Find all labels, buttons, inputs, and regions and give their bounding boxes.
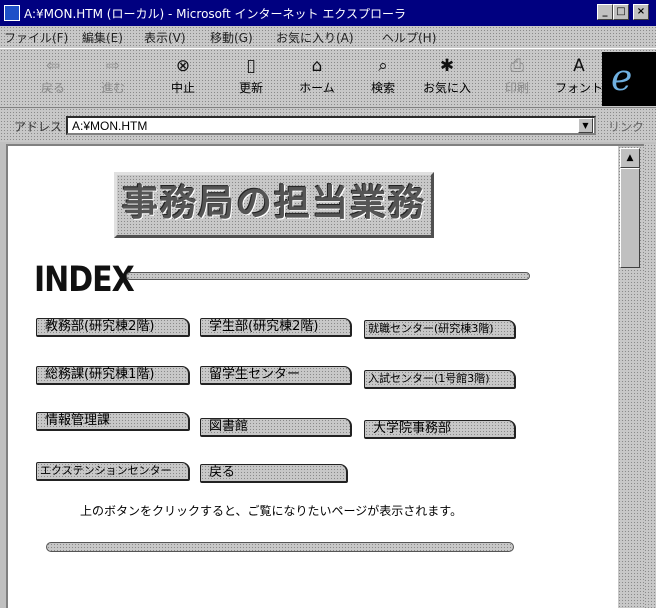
page-content: 事務局の担当業務 INDEX 教務部(研究棟2階) 学生部(研究棟2階) 就職セ… <box>6 144 618 608</box>
button-ryugakusei-center[interactable]: 留学生センター <box>200 366 352 385</box>
address-label: アドレス <box>14 120 63 134</box>
button-toshokan[interactable]: 図書館 <box>200 418 352 437</box>
stop-label: 中止 <box>170 81 195 95</box>
address-bar: アドレス A:¥MON.HTM ▼ リンク <box>0 108 656 142</box>
footer-divider <box>46 542 514 552</box>
refresh-icon: ▯ <box>246 56 256 76</box>
page-title: 事務局の担当業務 <box>114 172 434 238</box>
home-icon: ⌂ <box>311 56 323 76</box>
instruction-text: 上のボタンをクリックすると、ご覧になりたいページが表示されます。 <box>80 504 463 518</box>
ie-window-icon[interactable] <box>4 5 20 21</box>
search-label: 検索 <box>370 81 395 95</box>
button-shushoku-center[interactable]: 就職センター(研究棟3階) <box>364 320 516 339</box>
button-back[interactable]: 戻る <box>200 464 348 483</box>
address-input[interactable]: A:¥MON.HTM <box>66 116 596 135</box>
forward-label: 進む <box>100 81 125 95</box>
font-button[interactable]: A フォント <box>548 53 610 103</box>
vertical-scrollbar[interactable]: ▲ <box>618 144 644 608</box>
home-label: ホーム <box>299 81 335 95</box>
button-kyomubu[interactable]: 教務部(研究棟2階) <box>36 318 190 337</box>
toolbar: ⇦ 戻る ⇨ 進む ⊗ 中止 ▯ 更新 ⌂ ホーム ⌕ 検索 ✱ お気に入 ⎙ … <box>0 48 656 108</box>
ie-logo: e <box>602 52 656 106</box>
links-label[interactable]: リンク <box>608 118 644 135</box>
back-label: 戻る <box>40 81 65 95</box>
index-heading: INDEX <box>34 260 135 301</box>
menu-file[interactable]: ファイル(F) <box>4 29 68 46</box>
menu-help[interactable]: ヘルプ(H) <box>382 29 436 46</box>
home-button[interactable]: ⌂ ホーム <box>286 53 348 103</box>
button-nyushi-center[interactable]: 入試センター(1号館3階) <box>364 370 516 389</box>
address-dropdown-icon[interactable]: ▼ <box>578 118 593 133</box>
button-somuka[interactable]: 総務課(研究棟1階) <box>36 366 190 385</box>
close-button[interactable]: × <box>633 4 649 20</box>
maximize-button[interactable]: □ <box>613 4 629 20</box>
forward-button[interactable]: ⇨ 進む <box>82 53 144 103</box>
title-bar: A:¥MON.HTM (ローカル) - Microsoft インターネット エク… <box>0 0 656 26</box>
refresh-button[interactable]: ▯ 更新 <box>220 53 282 103</box>
stop-button[interactable]: ⊗ 中止 <box>152 53 214 103</box>
button-joho-kanri[interactable]: 情報管理課 <box>36 412 190 431</box>
font-label: フォント <box>554 81 603 95</box>
back-button[interactable]: ⇦ 戻る <box>22 53 84 103</box>
window-frame-right <box>644 144 656 608</box>
font-icon: A <box>573 56 585 76</box>
stop-icon: ⊗ <box>175 56 191 76</box>
menu-edit[interactable]: 編集(E) <box>82 29 123 46</box>
search-icon: ⌕ <box>378 56 388 76</box>
button-gakuseibu[interactable]: 学生部(研究棟2階) <box>200 318 352 337</box>
index-divider <box>126 272 530 280</box>
scroll-up-icon[interactable]: ▲ <box>620 148 640 168</box>
search-button[interactable]: ⌕ 検索 <box>352 53 414 103</box>
menu-bar: ファイル(F) 編集(E) 表示(V) 移動(G) お気に入り(A) ヘルプ(H… <box>0 26 656 48</box>
refresh-label: 更新 <box>238 81 263 95</box>
print-label: 印刷 <box>504 81 529 95</box>
button-daigakuin-jimubu[interactable]: 大学院事務部 <box>364 420 516 439</box>
back-arrow-icon: ⇦ <box>45 56 61 76</box>
menu-favorites[interactable]: お気に入り(A) <box>276 29 354 46</box>
window-title: A:¥MON.HTM (ローカル) - Microsoft インターネット エク… <box>24 7 406 21</box>
forward-arrow-icon: ⇨ <box>105 56 121 76</box>
favorites-icon: ✱ <box>439 56 455 76</box>
minimize-button[interactable]: _ <box>597 4 613 20</box>
menu-view[interactable]: 表示(V) <box>144 29 186 46</box>
scroll-thumb[interactable] <box>620 168 640 268</box>
menu-go[interactable]: 移動(G) <box>210 29 253 46</box>
print-icon: ⎙ <box>510 56 524 76</box>
button-extension-center[interactable]: エクステンションセンター <box>36 462 190 481</box>
ie-logo-icon: e <box>611 58 633 99</box>
favorites-button[interactable]: ✱ お気に入 <box>416 53 478 103</box>
print-button[interactable]: ⎙ 印刷 <box>486 53 548 103</box>
favorites-label: お気に入 <box>422 81 471 95</box>
